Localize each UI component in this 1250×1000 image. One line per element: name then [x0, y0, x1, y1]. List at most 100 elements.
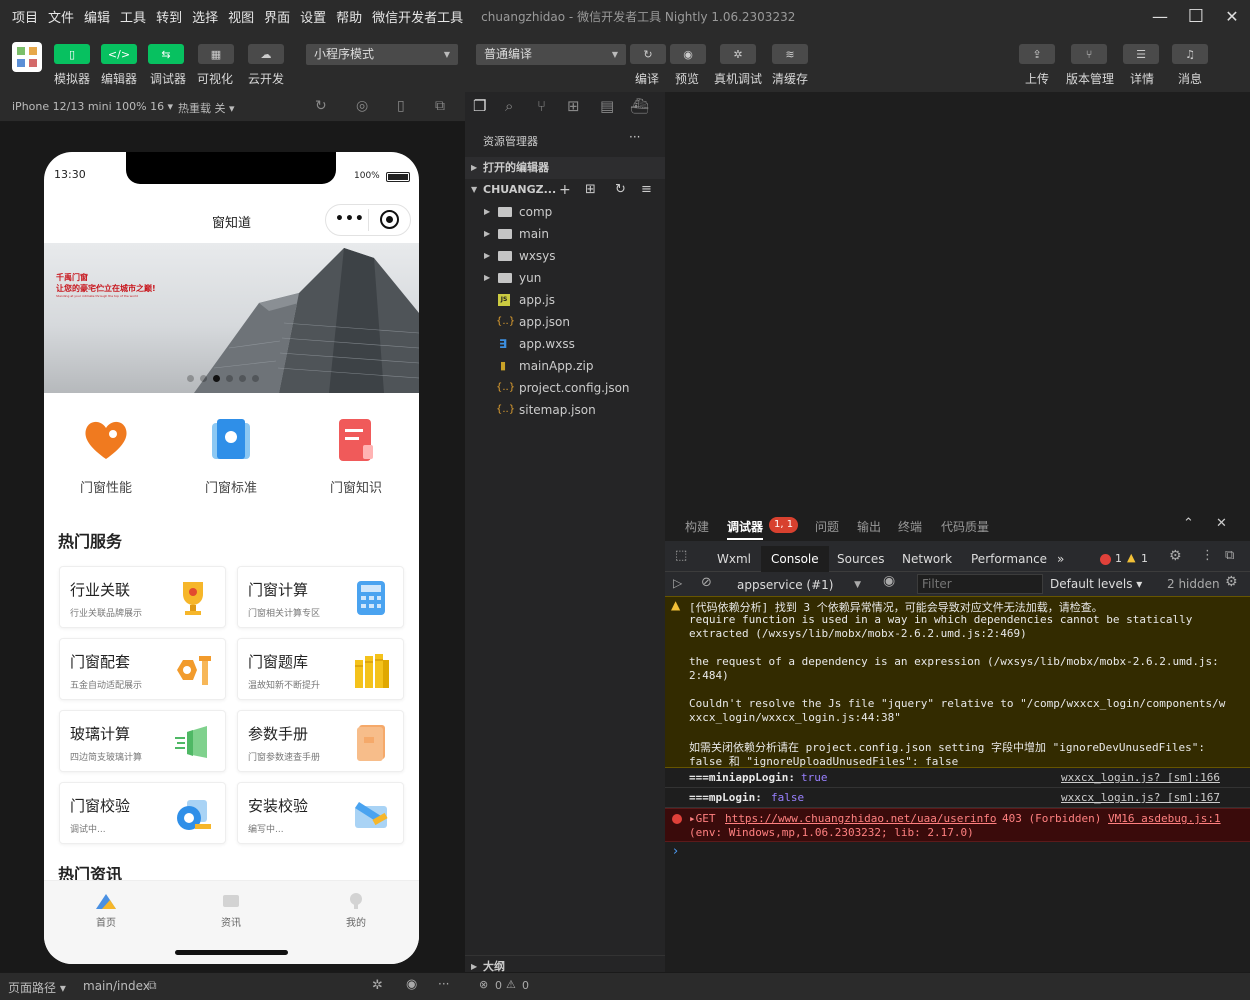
- tab-news[interactable]: 资讯: [191, 882, 271, 929]
- file-row[interactable]: ▮ mainApp.zip: [465, 355, 665, 377]
- open-editors-section[interactable]: ▶ 打开的编辑器: [465, 157, 665, 179]
- explorer-more-button[interactable]: ···: [629, 130, 640, 144]
- new-folder-icon[interactable]: ⊞: [585, 179, 596, 201]
- eye-icon[interactable]: ◉: [406, 977, 417, 992]
- panel-console[interactable]: Console: [761, 546, 829, 572]
- collapse-all-icon[interactable]: ≡: [641, 179, 652, 201]
- minimize-button[interactable]: —: [1140, 0, 1180, 32]
- folder-row[interactable]: ▶ wxsys: [465, 245, 665, 267]
- avatar[interactable]: [12, 42, 42, 72]
- file-row[interactable]: {..} project.config.json: [465, 377, 665, 399]
- settings-gear-icon[interactable]: ⚙: [1169, 548, 1182, 564]
- remote-debug-button[interactable]: ✲: [720, 44, 756, 64]
- error-source-link[interactable]: VM16 asdebug.js:1: [1108, 812, 1221, 825]
- service-card-manual[interactable]: 参数手册 门窗参数速查手册: [237, 710, 404, 772]
- tab-mine[interactable]: 我的: [316, 882, 396, 929]
- service-card-calc[interactable]: 门窗计算 门窗相关计算专区: [237, 566, 404, 628]
- console-settings-icon[interactable]: ⚙: [1225, 574, 1238, 590]
- carousel-dot[interactable]: [252, 375, 259, 382]
- menu-project[interactable]: 项目: [12, 7, 38, 26]
- warning-count[interactable]: 1: [1141, 552, 1148, 565]
- storage-icon[interactable]: ▤: [600, 97, 614, 115]
- visual-button[interactable]: ▦: [198, 44, 234, 64]
- more-icon[interactable]: ···: [438, 977, 449, 991]
- folder-row[interactable]: ▶ yun: [465, 267, 665, 289]
- eye-icon[interactable]: ◉: [883, 573, 895, 589]
- console-prompt[interactable]: ›: [673, 844, 678, 859]
- extensions-icon[interactable]: ⊞: [567, 97, 580, 115]
- carousel-dot[interactable]: [239, 375, 246, 382]
- project-section[interactable]: ▼ CHUANGZ... + ⊞ ↻ ≡: [465, 179, 665, 201]
- error-method[interactable]: ▸GET: [689, 812, 716, 825]
- hot-reload-select[interactable]: 热重载 关 ▾: [178, 100, 235, 116]
- close-miniapp-icon[interactable]: [380, 210, 399, 229]
- page-path-label[interactable]: 页面路径 ▾: [8, 979, 66, 996]
- service-card-glass[interactable]: 玻璃计算 四边简支玻璃计算: [59, 710, 226, 772]
- inspect-element-icon[interactable]: ⬚: [675, 548, 687, 563]
- panel-sources[interactable]: Sources: [837, 546, 884, 572]
- file-row[interactable]: {..} app.json: [465, 311, 665, 333]
- hidden-count[interactable]: 2 hidden: [1167, 577, 1220, 591]
- service-card-verify[interactable]: 门窗校验 调试中...: [59, 782, 226, 844]
- console-filter-input[interactable]: [917, 574, 1043, 594]
- quick-entry-performance[interactable]: 门窗性能: [66, 417, 146, 502]
- menu-edit[interactable]: 编辑: [84, 7, 110, 26]
- folder-row[interactable]: ▶ main: [465, 223, 665, 245]
- dock-side-icon[interactable]: ⧉: [1225, 548, 1234, 563]
- device-select[interactable]: iPhone 12/13 mini 100% 16 ▾: [12, 100, 173, 113]
- copy-icon[interactable]: ⧉: [148, 978, 157, 993]
- panel-performance[interactable]: Performance: [971, 546, 1047, 572]
- log-levels-select[interactable]: Default levels ▾: [1050, 577, 1142, 591]
- service-card-install[interactable]: 安装校验 编写中...: [237, 782, 404, 844]
- files-icon[interactable]: ❐: [473, 97, 486, 115]
- capsule-menu[interactable]: •••: [325, 204, 411, 236]
- problems-count[interactable]: 0: [495, 979, 502, 992]
- panel-wxml[interactable]: Wxml: [717, 546, 751, 572]
- upload-button[interactable]: ⇪: [1019, 44, 1055, 64]
- menu-file[interactable]: 文件: [48, 7, 74, 26]
- warnings-count[interactable]: 0: [522, 979, 529, 992]
- menu-view[interactable]: 视图: [228, 7, 254, 26]
- carousel-dot[interactable]: [187, 375, 194, 382]
- device-icon[interactable]: ▯: [397, 98, 405, 114]
- carousel-dot[interactable]: [200, 375, 207, 382]
- carousel-indicators[interactable]: [187, 375, 287, 383]
- panel-network[interactable]: Network: [902, 546, 952, 572]
- mode-select[interactable]: 小程序模式 ▼: [306, 44, 458, 65]
- log-source-link[interactable]: wxxcx_login.js? [sm]:166: [1061, 771, 1220, 784]
- error-url-link[interactable]: https://www.chuangzhidao.net/uaa/userinf…: [725, 812, 997, 825]
- file-row[interactable]: JS app.js: [465, 289, 665, 311]
- menu-goto[interactable]: 转到: [156, 7, 182, 26]
- cloud-dev-button[interactable]: ☁: [248, 44, 284, 64]
- rotate-icon[interactable]: ↻: [315, 98, 327, 114]
- popout-icon[interactable]: ⧉: [435, 98, 445, 114]
- new-file-icon[interactable]: +: [559, 179, 571, 201]
- carousel-dot[interactable]: [226, 375, 233, 382]
- more-dots-icon[interactable]: •••: [335, 211, 365, 227]
- docker-icon[interactable]: ⛴: [630, 97, 649, 115]
- tab-terminal[interactable]: 终端: [898, 518, 922, 535]
- git-icon[interactable]: ⑂: [537, 97, 546, 115]
- simulator-toggle-button[interactable]: ▯: [54, 44, 90, 64]
- collapse-panel-icon[interactable]: ⌃: [1183, 516, 1194, 531]
- bug-icon[interactable]: ✲: [372, 978, 383, 993]
- tab-problems[interactable]: 问题: [815, 518, 839, 535]
- quick-entry-knowledge[interactable]: 门窗知识: [316, 417, 396, 502]
- tab-output[interactable]: 输出: [857, 518, 881, 535]
- compile-mode-select[interactable]: 普通编译 ▼: [476, 44, 626, 65]
- clear-cache-button[interactable]: ≋: [772, 44, 808, 64]
- menu-select[interactable]: 选择: [192, 7, 218, 26]
- editor-toggle-button[interactable]: </>: [101, 44, 137, 64]
- kebab-menu-icon[interactable]: ⋮: [1201, 548, 1214, 563]
- file-row[interactable]: {..} sitemap.json: [465, 399, 665, 421]
- close-window-button[interactable]: ✕: [1212, 0, 1250, 32]
- debugger-toggle-button[interactable]: ⇆: [148, 44, 184, 64]
- carousel-dot-active[interactable]: [213, 375, 220, 382]
- details-button[interactable]: ☰: [1123, 44, 1159, 64]
- more-panels-button[interactable]: »: [1057, 546, 1064, 572]
- tab-build[interactable]: 构建: [685, 518, 709, 535]
- preview-button[interactable]: ◉: [670, 44, 706, 64]
- menu-tools[interactable]: 工具: [120, 7, 146, 26]
- refresh-icon[interactable]: ↻: [615, 179, 626, 201]
- search-icon[interactable]: ⌕: [505, 97, 513, 115]
